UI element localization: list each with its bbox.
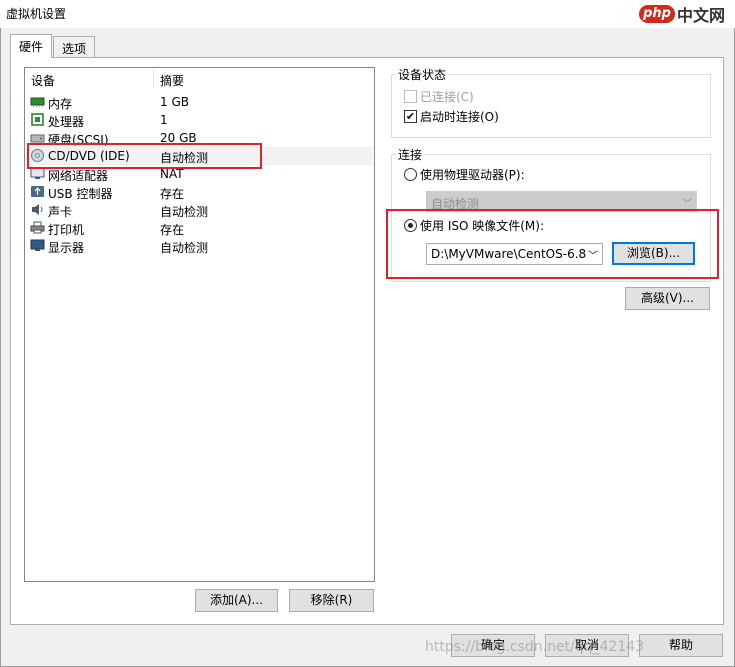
device-name: USB 控制器: [48, 187, 113, 201]
device-summary: 自动检测: [160, 205, 209, 219]
window-title: 虚拟机设置: [6, 7, 67, 21]
device-summary: 1 GB: [160, 95, 189, 109]
checkmark-icon: ✔: [405, 110, 416, 123]
device-status-group: [391, 74, 711, 138]
device-name: 内存: [48, 97, 73, 111]
help-button[interactable]: 帮助: [639, 634, 723, 657]
remove-button[interactable]: 移除(R): [289, 589, 374, 612]
device-name: 声卡: [48, 205, 73, 219]
device-name: 显示器: [48, 241, 85, 255]
connect-on-start-checkbox[interactable]: ✔: [404, 110, 417, 123]
device-summary: 自动检测: [160, 241, 209, 255]
device-row-memory[interactable]: 内存 1 GB: [26, 93, 373, 111]
device-summary: 存在: [160, 187, 185, 201]
device-row-processor[interactable]: 处理器 1: [26, 111, 373, 129]
memory-icon: [30, 95, 45, 108]
tab-hardware[interactable]: 硬件: [10, 34, 53, 58]
connection-title: 连接: [396, 146, 425, 163]
physical-drive-label: 使用物理驱动器(P):: [420, 168, 525, 182]
device-summary: NAT: [160, 167, 184, 181]
column-separator[interactable]: [153, 70, 154, 88]
brand-cn: 中文网: [676, 6, 725, 25]
sound-card-icon: [30, 203, 45, 216]
brand-php: php: [639, 5, 675, 23]
device-column-header[interactable]: 设备: [31, 72, 55, 89]
add-button[interactable]: 添加(A)...: [195, 589, 278, 612]
tab-options[interactable]: 选项: [53, 36, 96, 58]
advanced-button[interactable]: 高级(V)...: [625, 287, 710, 310]
device-name: 打印机: [48, 223, 85, 237]
cd-dvd-highlight-box: [27, 143, 262, 169]
device-status-title: 设备状态: [396, 66, 449, 83]
title-bar: 虚拟机设置 php 中文网: [0, 0, 735, 28]
connected-checkbox[interactable]: [404, 90, 417, 103]
device-name: 网络适配器: [48, 169, 109, 183]
iso-highlight-box: [386, 209, 719, 279]
device-row-monitor[interactable]: 显示器 自动检测: [26, 237, 373, 255]
device-summary: 存在: [160, 223, 185, 237]
device-row-printer[interactable]: 打印机 存在: [26, 219, 373, 237]
connected-label: 已连接(C): [420, 90, 474, 104]
device-name: 处理器: [48, 115, 85, 129]
printer-icon: [30, 221, 45, 234]
processor-icon: [30, 113, 45, 126]
connect-on-start-label: 启动时连接(O): [420, 110, 499, 124]
device-row-usb[interactable]: USB 控制器 存在: [26, 183, 373, 201]
physical-drive-radio[interactable]: [404, 168, 417, 181]
usb-icon: [30, 185, 45, 198]
chevron-down-icon: ﹀: [682, 199, 692, 210]
device-summary: 1: [160, 113, 168, 127]
device-row-sound-card[interactable]: 声卡 自动检测: [26, 201, 373, 219]
monitor-icon: [30, 239, 45, 252]
watermark-text: https://blog.csdn.net/qq_42143: [425, 639, 645, 655]
summary-column-header[interactable]: 摘要: [160, 72, 184, 89]
brand-logo: php 中文网: [639, 2, 725, 26]
